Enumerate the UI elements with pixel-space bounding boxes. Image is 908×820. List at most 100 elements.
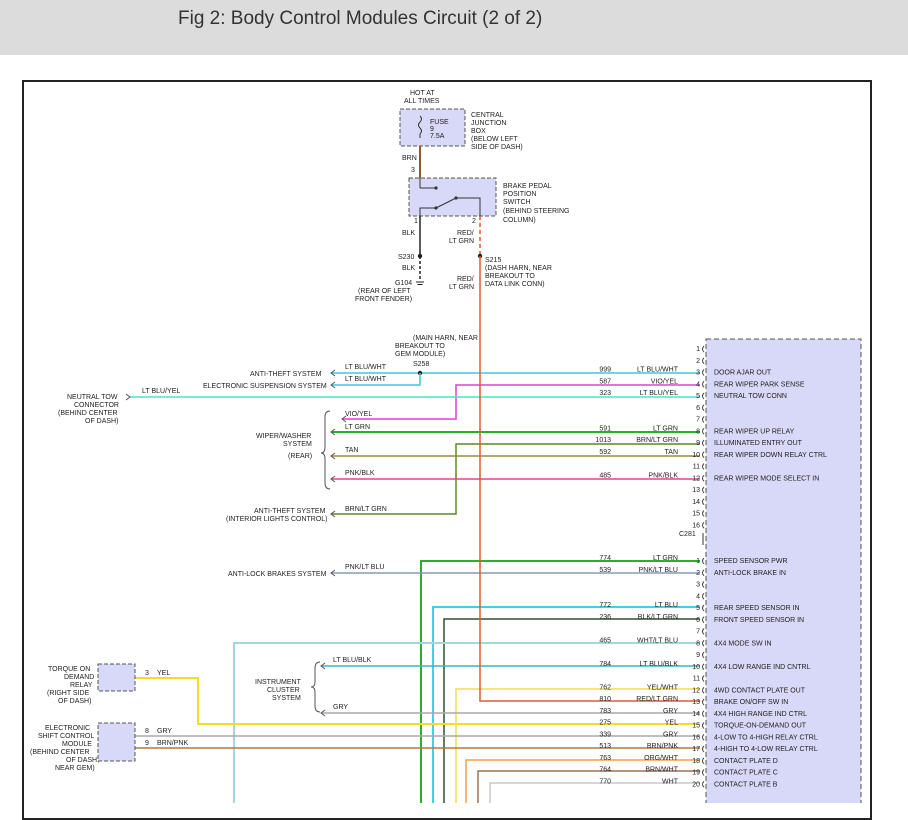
lbl-tan: TAN xyxy=(345,447,358,454)
lbl-pnk-blk: PNK/BLK xyxy=(345,470,375,477)
wire-color-label: PNK/BLK xyxy=(648,472,678,479)
wiper-label-1: WIPER/WASHER xyxy=(256,433,311,440)
pin-number: 13 xyxy=(692,699,700,706)
pin-number: 2 xyxy=(696,570,700,577)
pin-number: 12 xyxy=(692,475,700,482)
pin-number: 13 xyxy=(692,487,700,494)
electronic-shift-module-box xyxy=(97,722,136,762)
pin-terminal-icon xyxy=(702,769,705,776)
pin-number: 1 xyxy=(696,346,700,353)
pin-number: 15 xyxy=(692,723,700,730)
red-lt-grn-label-2a: RED/ xyxy=(457,276,474,283)
s215-label-3: BREAKOUT TO xyxy=(485,273,535,280)
pin-number: 16 xyxy=(692,734,700,741)
wire-color-label: PNK/LT BLU xyxy=(639,567,678,574)
wire-color-label: BRN/PNK xyxy=(647,743,678,750)
circuit-number: 1013 xyxy=(595,437,611,444)
pin-number: 5 xyxy=(696,605,700,612)
tod-label-5: OF DASH) xyxy=(58,698,91,705)
wire-color-label: WHT xyxy=(662,778,679,785)
pin-2-label: 2 xyxy=(472,218,476,225)
tod-label-4: (RIGHT SIDE xyxy=(47,690,90,697)
shift-label-4: (BEHIND CENTER xyxy=(30,749,90,756)
pin-terminal-icon xyxy=(702,474,705,482)
neutral-tow-connector-icon xyxy=(125,393,131,401)
s215-label-2: (DASH HARN, NEAR xyxy=(485,265,552,272)
shift-label-1: ELECTRONIC xyxy=(45,725,90,732)
switch-label-5: COLUMN) xyxy=(503,217,536,224)
lbl-lt-blu-blk: LT BLU/BLK xyxy=(333,657,372,664)
circuit-number: 784 xyxy=(599,661,611,668)
wire-color-label: LT GRN xyxy=(653,425,678,432)
pin-terminal-icon xyxy=(702,581,705,588)
circuit-number: 764 xyxy=(599,767,611,774)
switch-label-1: BRAKE PEDAL xyxy=(503,183,552,190)
pin-terminal-icon xyxy=(702,733,705,741)
pin-function-label: DOOR AJAR OUT xyxy=(714,370,772,377)
wire-color-label: VIO/YEL xyxy=(651,378,678,385)
circuit-number: 236 xyxy=(599,614,611,621)
left-wire-labels: LT BLU/WHT LT BLU/WHT LT BLU/YEL VIO/YEL… xyxy=(142,364,387,747)
fuse-amperage: 7.5A xyxy=(430,133,445,140)
pin-terminal-icon xyxy=(702,463,705,470)
circuit-number: 763 xyxy=(599,755,611,762)
pin-number: 8 xyxy=(696,428,700,435)
pin-terminal-icon xyxy=(702,710,705,718)
circuit-number: 774 xyxy=(599,555,611,562)
pin-terminal-icon xyxy=(702,392,705,400)
shift-label-6: NEAR GEM) xyxy=(55,765,95,772)
main-harn-label-2: BREAKOUT TO xyxy=(395,343,445,350)
wire-color-label: BLK/LT GRN xyxy=(638,614,678,621)
shift-label-3: MODULE xyxy=(62,741,92,748)
pin-function-label: NEUTRAL TOW CONN xyxy=(714,393,787,400)
pin-number: 11 xyxy=(693,464,700,471)
pin-function-label: REAR WIPER DOWN RELAY CTRL xyxy=(714,452,827,459)
pin-terminal-icon xyxy=(702,757,705,765)
pin-function-label: REAR WIPER PARK SENSE xyxy=(714,381,805,388)
cjb-label-4: (BELOW LEFT xyxy=(471,136,518,143)
pin-terminal-icon xyxy=(702,380,705,388)
pin-function-label: SPEED SENSOR PWR xyxy=(714,558,788,565)
pin-number: 4 xyxy=(696,381,700,388)
pin-number: 10 xyxy=(692,452,700,459)
wire-color-label: GRY xyxy=(663,708,678,715)
neutral-tow-label-3: (BEHIND CENTER xyxy=(58,410,118,417)
neutral-tow-label-4: OF DASH) xyxy=(85,418,118,425)
wire-770 xyxy=(489,782,700,803)
wire-color-label: LT BLU/BLK xyxy=(640,661,679,668)
pin-1-label: 1 xyxy=(414,218,418,225)
tod-label-2: DEMAND xyxy=(64,674,94,681)
lbl-pnk-lt-blu: PNK/LT BLU xyxy=(345,564,384,571)
torque-on-demand-relay-box xyxy=(97,663,136,692)
pin-function-label: REAR WIPER MODE SELECT IN xyxy=(714,475,819,482)
tod-label-1: TORQUE ON xyxy=(48,666,90,673)
circuit-number: 770 xyxy=(599,778,611,785)
lbl-brn-lt-grn: BRN/LT GRN xyxy=(345,506,387,513)
lbl-vio-yel: VIO/YEL xyxy=(345,411,372,418)
circuit-number: 339 xyxy=(599,731,611,738)
pin-function-label: 4WD CONTACT PLATE OUT xyxy=(714,687,806,694)
neutral-tow-label-1: NEUTRAL TOW xyxy=(67,394,118,401)
wire-color-label: LT BLU/WHT xyxy=(637,367,679,374)
pin-terminal-icon xyxy=(702,510,705,517)
pin-number: 17 xyxy=(692,746,700,753)
pin-number: 9 xyxy=(696,440,700,447)
switch-label-4: (BEHIND STEERING xyxy=(503,208,570,215)
pin-function-label: 4X4 LOW RANGE IND CNTRL xyxy=(714,664,811,671)
pin-terminal-icon xyxy=(702,675,705,682)
pin-terminal-icon xyxy=(702,569,705,577)
pin-function-label: 4X4 HIGH RANGE IND CTRL xyxy=(714,711,807,718)
s230-label: S230 xyxy=(398,254,414,261)
pin-function-label: TORQUE-ON-DEMAND OUT xyxy=(714,723,807,730)
wire-color-label: RED/LT GRN xyxy=(636,696,678,703)
wire-color-label: LT GRN xyxy=(653,555,678,562)
wire-color-label: BRN/WHT xyxy=(645,767,678,774)
pin-terminal-icon xyxy=(702,663,705,671)
pin-number: 7 xyxy=(696,417,700,424)
pin-terminal-icon xyxy=(702,592,705,600)
s215-label-1: S215 xyxy=(485,257,501,264)
circuit-number: 513 xyxy=(599,743,611,750)
shift-label-5: OF DASH, xyxy=(66,757,99,764)
pin-function-label: CONTACT PLATE D xyxy=(714,758,778,765)
lbl-lt-blu-yel: LT BLU/YEL xyxy=(142,388,180,395)
